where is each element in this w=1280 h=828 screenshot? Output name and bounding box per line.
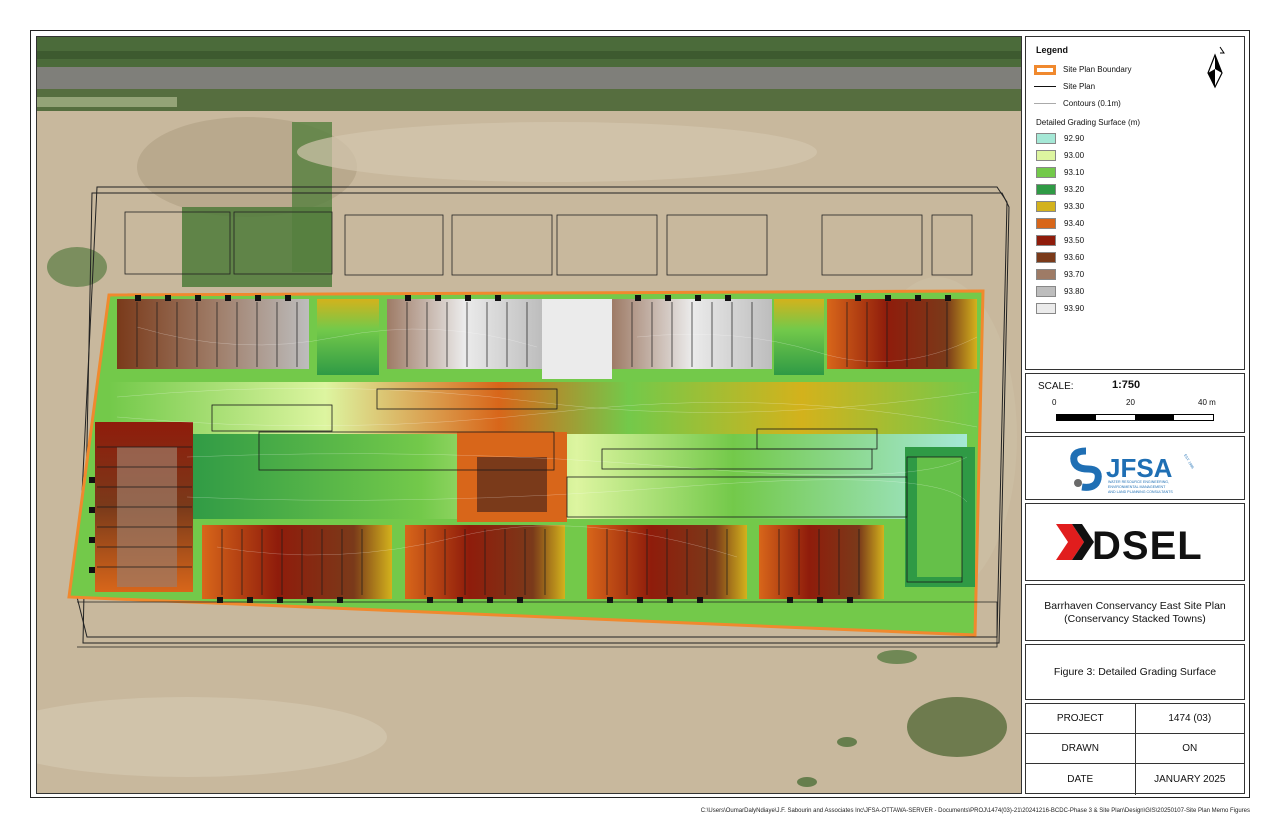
info-table: PROJECT 1474 (03) DRAWN ON DATE JANUARY …	[1025, 703, 1245, 795]
class-label: 93.00	[1064, 151, 1085, 160]
north-arrow-icon	[1207, 46, 1225, 89]
class-swatch	[1036, 167, 1056, 178]
legend-class: 93.80	[1034, 283, 1236, 300]
figure-panel: Figure 3: Detailed Grading Surface	[1025, 644, 1245, 700]
class-label: 93.90	[1064, 304, 1085, 313]
legend-panel: Legend Site Plan Boundary Site Plan Cont…	[1025, 36, 1245, 370]
legend-class: 93.40	[1034, 215, 1236, 232]
info-label: PROJECT	[1026, 704, 1136, 733]
figure-caption: Figure 3: Detailed Grading Surface	[1053, 666, 1217, 678]
class-label: 93.10	[1064, 168, 1085, 177]
scale-label: SCALE:	[1038, 381, 1074, 392]
legend-class: 93.70	[1034, 266, 1236, 283]
scale-ratio: 1:750	[1112, 379, 1141, 391]
info-value: JANUARY 2025	[1154, 774, 1226, 785]
dsel-logo: DSEL	[1056, 524, 1203, 568]
class-label: 93.60	[1064, 253, 1085, 262]
legend-label: Contours (0.1m)	[1063, 99, 1121, 108]
class-swatch	[1036, 269, 1056, 280]
legend-class: 93.10	[1034, 164, 1236, 181]
surface-legend-title: Detailed Grading Surface (m)	[1036, 118, 1141, 127]
scale-tick: 40 m	[1198, 398, 1216, 407]
class-swatch	[1036, 150, 1056, 161]
class-swatch	[1036, 286, 1056, 297]
legend-class: 92.90	[1034, 130, 1236, 147]
class-label: 92.90	[1064, 134, 1085, 143]
legend-class: 93.50	[1034, 232, 1236, 249]
surface-classes: 92.90 93.00 93.10 93.20 93.30 93.40 93.50 93.60…	[1034, 130, 1236, 317]
class-swatch	[1036, 201, 1056, 212]
info-row-drawn: DRAWN ON	[1026, 734, 1244, 764]
class-swatch	[1036, 235, 1056, 246]
plan-subtitle: (Conservancy Stacked Towns)	[1064, 612, 1206, 625]
contour-line	[1034, 99, 1056, 109]
dsel-wordmark: DSEL	[1092, 524, 1203, 568]
class-swatch	[1036, 184, 1056, 195]
class-label: 93.20	[1064, 185, 1085, 194]
legend-class: 93.90	[1034, 300, 1236, 317]
legend-label: Site Plan Boundary	[1063, 65, 1132, 74]
scale-tick: 0	[1052, 398, 1057, 407]
info-label: DATE	[1026, 764, 1136, 795]
info-row-date: DATE JANUARY 2025	[1026, 764, 1244, 795]
class-label: 93.50	[1064, 236, 1085, 245]
jfsa-est: EST. 1986	[1183, 454, 1195, 470]
class-swatch	[1036, 303, 1056, 314]
scale-panel: SCALE: 1:750 0 20 40 m	[1025, 373, 1245, 433]
title-panel: Barrhaven Conservancy East Site Plan (Co…	[1025, 584, 1245, 641]
info-row-project: PROJECT 1474 (03)	[1026, 704, 1244, 734]
class-label: 93.80	[1064, 287, 1085, 296]
legend-class: 93.60	[1034, 249, 1236, 266]
jfsa-logo-panel: JFSA WATER RESOURCE ENGINEERING, ENVIRON…	[1025, 436, 1245, 500]
jfsa-wordmark: JFSA	[1106, 453, 1173, 483]
class-swatch	[1036, 252, 1056, 263]
jfsa-tagline-2: ENVIRONMENTAL MANAGEMENT	[1108, 485, 1166, 489]
class-swatch	[1036, 218, 1056, 229]
legend-class: 93.30	[1034, 198, 1236, 215]
jfsa-logo: JFSA WATER RESOURCE ENGINEERING, ENVIRON…	[1070, 447, 1195, 494]
class-swatch	[1036, 133, 1056, 144]
map-canvas	[37, 37, 1021, 793]
scale-tick: 20	[1126, 398, 1135, 407]
jfsa-tagline-1: WATER RESOURCE ENGINEERING,	[1108, 480, 1169, 484]
info-value: 1474 (03)	[1168, 713, 1212, 724]
info-value: ON	[1182, 743, 1198, 754]
grading-map[interactable]	[36, 36, 1022, 794]
file-path: C:\Users\OumarDalyNdiaye\J.F. Sabourin a…	[700, 808, 1250, 814]
boundary-swatch	[1034, 64, 1056, 75]
scale-bar	[1056, 414, 1214, 421]
class-label: 93.70	[1064, 270, 1085, 279]
dsel-logo-panel: DSEL	[1025, 503, 1245, 581]
site-plan-line	[1034, 82, 1056, 92]
class-label: 93.40	[1064, 219, 1085, 228]
legend-class: 93.00	[1034, 147, 1236, 164]
legend-class: 93.20	[1034, 181, 1236, 198]
class-label: 93.30	[1064, 202, 1085, 211]
legend-label: Site Plan	[1063, 82, 1096, 91]
jfsa-tagline-3: AND LAND PLANNING CONSULTANTS	[1108, 490, 1173, 494]
info-label: DRAWN	[1026, 734, 1136, 763]
plan-title: Barrhaven Conservancy East Site Plan	[1044, 599, 1226, 612]
